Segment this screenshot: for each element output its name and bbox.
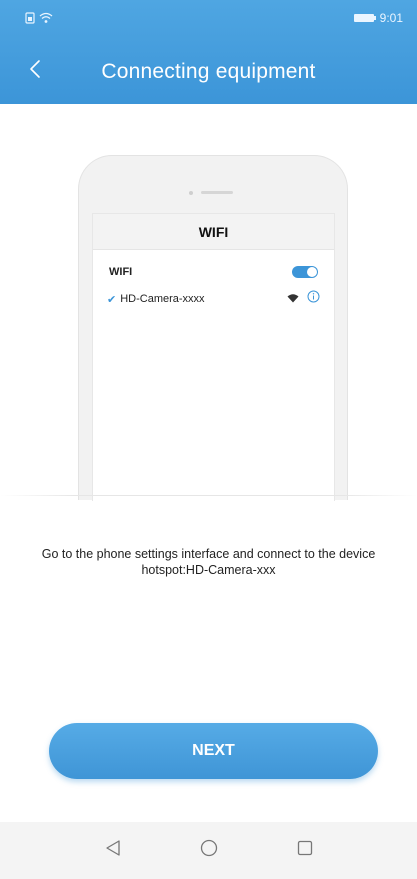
wifi-setting-row: WIFI xyxy=(109,262,318,282)
phone-screen: WIFI WIFI ✔ HD-Camera-xxxx xyxy=(92,213,335,501)
check-icon: ✔ xyxy=(107,293,117,306)
instruction-text: Go to the phone settings interface and c… xyxy=(41,547,376,577)
system-nav-bar xyxy=(0,822,417,879)
next-button[interactable]: NEXT xyxy=(49,723,378,779)
toggle-knob xyxy=(307,267,317,277)
recents-square-icon xyxy=(297,840,313,861)
wifi-toggle xyxy=(292,266,318,278)
network-icons xyxy=(287,290,320,308)
home-circle-icon xyxy=(200,839,218,862)
status-left xyxy=(24,11,53,29)
info-icon xyxy=(307,290,320,308)
wifi-signal-icon xyxy=(287,290,299,308)
status-bar: 9:01 xyxy=(0,0,417,36)
status-time: 9:01 xyxy=(379,11,403,25)
app-header: 9:01 Connecting equipment xyxy=(0,0,417,104)
phone-speaker xyxy=(201,191,233,194)
illustration-divider xyxy=(0,495,417,496)
nav-recents-button[interactable] xyxy=(293,839,317,863)
nav-back-button[interactable] xyxy=(101,839,125,863)
network-row: ✔ HD-Camera-xxxx xyxy=(107,289,320,309)
battery-icon xyxy=(353,14,376,22)
wifi-row-label: WIFI xyxy=(109,266,133,278)
network-name: HD-Camera-xxxx xyxy=(120,293,205,305)
back-triangle-icon xyxy=(105,839,121,862)
phone-illustration: WIFI WIFI ✔ HD-Camera-xxxx xyxy=(78,155,348,501)
nav-home-button[interactable] xyxy=(197,839,221,863)
sim-icon xyxy=(24,11,36,29)
screen-title: WIFI xyxy=(93,214,334,250)
wifi-icon xyxy=(39,11,53,29)
page-title: Connecting equipment xyxy=(101,60,316,83)
status-right: 9:01 xyxy=(353,11,403,25)
phone-camera-dot xyxy=(189,191,193,195)
